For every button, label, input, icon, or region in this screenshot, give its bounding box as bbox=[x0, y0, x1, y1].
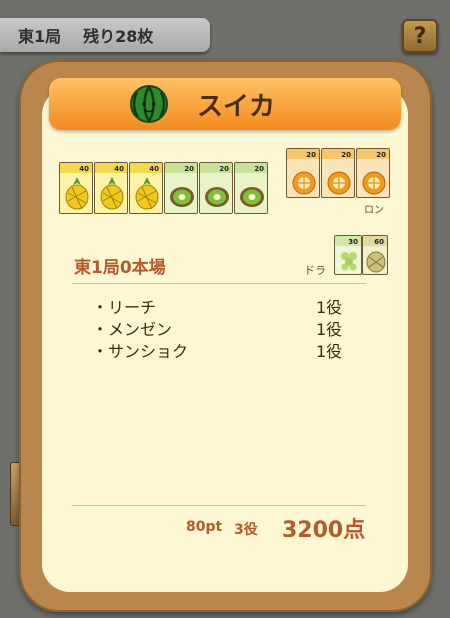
tile-kiwi-1: 20 bbox=[164, 162, 198, 214]
dora-durian-tile: 60 bbox=[362, 235, 388, 275]
tile-kiwi-3: 20 bbox=[234, 162, 268, 214]
han-total-label: 3役 bbox=[234, 522, 258, 538]
round-label: 東1局 bbox=[18, 27, 62, 46]
yaku-name: ・リーチ bbox=[92, 298, 157, 317]
remaining-tiles-label: 残り28枚 bbox=[83, 27, 154, 46]
yaku-row: ・サンショク 1役 bbox=[92, 338, 352, 361]
meld-orange-2: 20 bbox=[321, 148, 355, 198]
question-icon: ? bbox=[413, 23, 427, 49]
yaku-name: ・サンショク bbox=[92, 342, 189, 361]
result-title-banner: スイカ bbox=[49, 78, 401, 130]
yaku-han: 1役 bbox=[316, 320, 343, 339]
score-label: 3200点 bbox=[282, 518, 366, 543]
yaku-han: 1役 bbox=[316, 342, 343, 361]
footer-divider bbox=[72, 505, 366, 506]
help-button[interactable]: ? bbox=[402, 19, 438, 53]
meld-orange-1: 20 bbox=[286, 148, 320, 198]
header-divider bbox=[72, 283, 366, 284]
yaku-han: 1役 bbox=[316, 298, 343, 317]
yaku-name: ・メンゼン bbox=[92, 320, 173, 339]
points-label: 80pt bbox=[186, 519, 223, 535]
yaku-row: ・リーチ 1役 bbox=[92, 294, 352, 317]
dora-grape-tile: 30 bbox=[334, 235, 362, 275]
tile-pineapple-2: 40 bbox=[94, 162, 128, 214]
tile-pineapple-3: 40 bbox=[129, 162, 163, 214]
ron-label: ロン bbox=[364, 205, 384, 216]
round-status-bar: 東1局 残り28枚 bbox=[0, 18, 210, 52]
tile-kiwi-2: 20 bbox=[199, 162, 233, 214]
tile-pineapple-1: 40 bbox=[59, 162, 93, 214]
dora-label: ドラ bbox=[304, 264, 326, 277]
meld-orange-3: 20 bbox=[356, 148, 390, 198]
yaku-title: スイカ bbox=[196, 91, 275, 122]
yaku-row: ・メンゼン 1役 bbox=[92, 316, 352, 339]
round-honba-label: 東1局0本場 bbox=[74, 258, 166, 278]
